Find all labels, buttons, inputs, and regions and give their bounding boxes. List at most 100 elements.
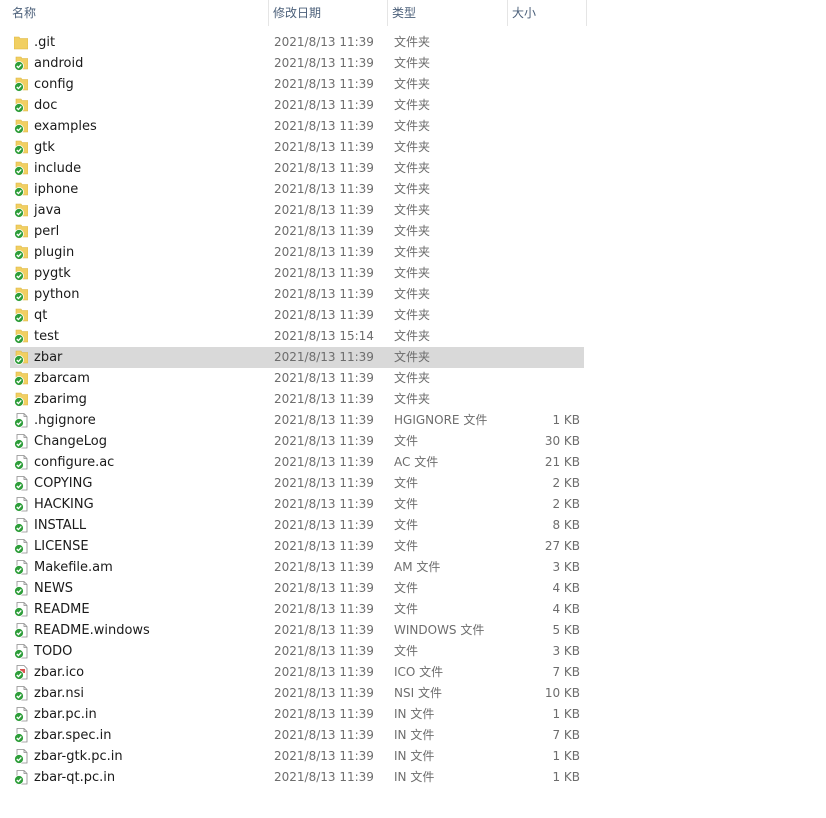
folder-synced-icon <box>14 56 29 71</box>
file-row[interactable]: COPYING 2021/8/13 11:39 文件 2 KB <box>0 473 588 494</box>
file-name: .git <box>34 35 56 50</box>
file-row[interactable]: LICENSE 2021/8/13 11:39 文件 27 KB <box>0 536 588 557</box>
file-row[interactable]: zbarimg 2021/8/13 11:39 文件夹 <box>0 389 588 410</box>
folder-synced-icon <box>14 161 29 176</box>
folder-synced-icon <box>14 224 29 239</box>
file-type: AM 文件 <box>394 560 441 574</box>
file-name: java <box>34 203 62 218</box>
file-synced-icon <box>14 539 28 554</box>
file-synced-icon <box>14 518 28 533</box>
file-row[interactable]: Makefile.am 2021/8/13 11:39 AM 文件 3 KB <box>0 557 588 578</box>
file-type: 文件 <box>394 644 419 658</box>
file-row[interactable]: java 2021/8/13 11:39 文件夹 <box>0 200 588 221</box>
file-name: .hgignore <box>34 413 96 428</box>
file-row[interactable]: iphone 2021/8/13 11:39 文件夹 <box>0 179 588 200</box>
file-synced-icon <box>14 434 28 449</box>
file-row[interactable]: zbar 2021/8/13 11:39 文件夹 <box>0 347 588 368</box>
file-row[interactable]: .git 2021/8/13 11:39 文件夹 <box>0 32 588 53</box>
folder-synced-icon <box>14 266 29 281</box>
file-name: zbarcam <box>34 371 90 386</box>
file-row[interactable]: doc 2021/8/13 11:39 文件夹 <box>0 95 588 116</box>
file-row[interactable]: plugin 2021/8/13 11:39 文件夹 <box>0 242 588 263</box>
column-header-type[interactable]: 类型 <box>387 0 507 26</box>
file-name: include <box>34 161 82 176</box>
file-name: zbar.spec.in <box>34 728 112 743</box>
file-row[interactable]: .hgignore 2021/8/13 11:39 HGIGNORE 文件 1 KB <box>0 410 588 431</box>
file-row[interactable]: NEWS 2021/8/13 11:39 文件 4 KB <box>0 578 588 599</box>
file-synced-icon <box>14 749 28 764</box>
file-row[interactable]: examples 2021/8/13 11:39 文件夹 <box>0 116 588 137</box>
file-date: 2021/8/13 11:39 <box>274 476 374 490</box>
file-row[interactable]: include 2021/8/13 11:39 文件夹 <box>0 158 588 179</box>
folder-synced-icon <box>14 245 29 260</box>
file-name: python <box>34 287 80 302</box>
file-name: README.windows <box>34 623 150 638</box>
file-name: README <box>34 602 90 617</box>
file-row[interactable]: perl 2021/8/13 11:39 文件夹 <box>0 221 588 242</box>
file-name: COPYING <box>34 476 93 491</box>
file-date: 2021/8/13 11:39 <box>274 518 374 532</box>
file-type: IN 文件 <box>394 728 435 742</box>
file-size: 1 KB <box>552 707 580 721</box>
sort-ascending-icon: ^ <box>132 0 140 6</box>
file-type: 文件夹 <box>394 140 431 154</box>
file-row[interactable]: zbar-gtk.pc.in 2021/8/13 11:39 IN 文件 1 KB <box>0 746 588 767</box>
file-size: 3 KB <box>552 644 580 658</box>
file-type: AC 文件 <box>394 455 439 469</box>
file-date: 2021/8/13 11:39 <box>274 392 374 406</box>
file-date: 2021/8/13 11:39 <box>274 203 374 217</box>
file-row[interactable]: qt 2021/8/13 11:39 文件夹 <box>0 305 588 326</box>
file-row[interactable]: android 2021/8/13 11:39 文件夹 <box>0 53 588 74</box>
file-row[interactable]: zbarcam 2021/8/13 11:39 文件夹 <box>0 368 588 389</box>
file-size: 3 KB <box>552 560 580 574</box>
file-name: zbar.ico <box>34 665 85 680</box>
file-type: 文件 <box>394 497 419 511</box>
file-row[interactable]: INSTALL 2021/8/13 11:39 文件 8 KB <box>0 515 588 536</box>
file-row[interactable]: zbar.spec.in 2021/8/13 11:39 IN 文件 7 KB <box>0 725 588 746</box>
column-header-size[interactable]: 大小 <box>507 0 587 26</box>
file-row[interactable]: README.windows 2021/8/13 11:39 WINDOWS 文件 5… <box>0 620 588 641</box>
file-name: ChangeLog <box>34 434 107 449</box>
file-row[interactable]: python 2021/8/13 11:39 文件夹 <box>0 284 588 305</box>
file-size: 30 KB <box>544 434 580 448</box>
file-size: 7 KB <box>552 728 580 742</box>
file-size: 1 KB <box>552 770 580 784</box>
file-row[interactable]: TODO 2021/8/13 11:39 文件 3 KB <box>0 641 588 662</box>
file-size: 1 KB <box>552 413 580 427</box>
file-date: 2021/8/13 11:39 <box>274 539 374 553</box>
file-row[interactable]: configure.ac 2021/8/13 11:39 AC 文件 21 KB <box>0 452 588 473</box>
file-size: 2 KB <box>552 476 580 490</box>
file-name: android <box>34 56 84 71</box>
file-row[interactable]: test 2021/8/13 15:14 文件夹 <box>0 326 588 347</box>
file-date: 2021/8/13 11:39 <box>274 707 374 721</box>
folder-icon <box>13 35 29 50</box>
file-row[interactable]: README 2021/8/13 11:39 文件 4 KB <box>0 599 588 620</box>
column-header-type-label: 类型 <box>392 6 417 20</box>
file-name: TODO <box>34 644 73 659</box>
file-row[interactable]: zbar.nsi 2021/8/13 11:39 NSI 文件 10 KB <box>0 683 588 704</box>
file-date: 2021/8/13 11:39 <box>274 308 374 322</box>
folder-synced-icon <box>14 77 29 92</box>
file-synced-icon <box>14 602 28 617</box>
file-type: WINDOWS 文件 <box>394 623 485 637</box>
column-header-date[interactable]: 修改日期 <box>268 0 387 26</box>
file-size: 10 KB <box>544 686 580 700</box>
file-type: IN 文件 <box>394 770 435 784</box>
file-type: 文件夹 <box>394 98 431 112</box>
file-size: 8 KB <box>552 518 580 532</box>
file-type: 文件夹 <box>394 245 431 259</box>
file-date: 2021/8/13 11:39 <box>274 245 374 259</box>
file-row[interactable]: pygtk 2021/8/13 11:39 文件夹 <box>0 263 588 284</box>
file-row[interactable]: gtk 2021/8/13 11:39 文件夹 <box>0 137 588 158</box>
file-row[interactable]: zbar.pc.in 2021/8/13 11:39 IN 文件 1 KB <box>0 704 588 725</box>
file-type: 文件夹 <box>394 35 431 49</box>
file-row[interactable]: zbar.ico 2021/8/13 11:39 ICO 文件 7 KB <box>0 662 588 683</box>
file-type: IN 文件 <box>394 749 435 763</box>
file-synced-icon <box>14 623 28 638</box>
file-row[interactable]: zbar-qt.pc.in 2021/8/13 11:39 IN 文件 1 KB <box>0 767 588 788</box>
file-row[interactable]: config 2021/8/13 11:39 文件夹 <box>0 74 588 95</box>
file-row[interactable]: HACKING 2021/8/13 11:39 文件 2 KB <box>0 494 588 515</box>
file-size: 4 KB <box>552 581 580 595</box>
file-name: doc <box>34 98 58 113</box>
file-row[interactable]: ChangeLog 2021/8/13 11:39 文件 30 KB <box>0 431 588 452</box>
